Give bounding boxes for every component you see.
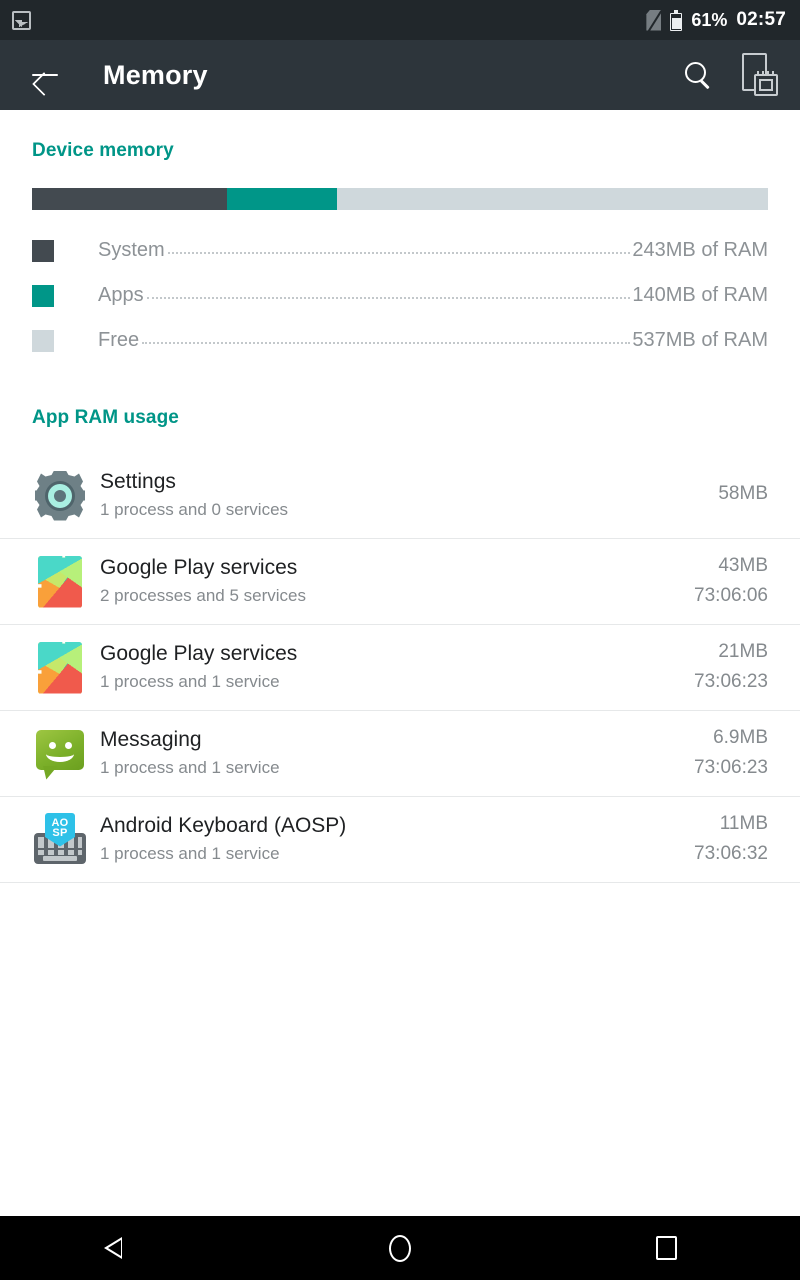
memory-bar-segment-apps xyxy=(227,188,338,210)
legend-label-system: System xyxy=(98,239,165,261)
status-bar-notifications xyxy=(12,10,646,30)
nav-recents-icon[interactable] xyxy=(607,1216,727,1280)
app-ram-row[interactable]: AO SP Android Keyboard (AOSP) 1 process and… xyxy=(0,797,800,883)
app-name: Messaging xyxy=(100,728,202,751)
nav-home-icon[interactable] xyxy=(340,1216,460,1280)
memory-bar-segment-system xyxy=(32,188,228,210)
legend-value-apps: 140MB of RAM xyxy=(632,284,768,306)
content-area: Device memory System 243MB of RAM Apps 1… xyxy=(0,110,800,883)
app-process-summary: 1 process and 1 service xyxy=(100,758,280,778)
app-process-summary: 1 process and 0 services xyxy=(100,500,289,520)
app-memory-size: 11MB xyxy=(719,812,768,834)
google-play-icon xyxy=(32,640,88,696)
app-ram-row[interactable]: Google Play services 2 processes and 5 se… xyxy=(0,539,800,625)
app-name: Android Keyboard (AOSP) xyxy=(100,814,347,837)
app-run-time: 73:06:23 xyxy=(694,670,768,692)
legend-dot-leader xyxy=(146,287,631,299)
status-bar-system: 61% 02:57 xyxy=(646,9,786,31)
device-memory-section: Device memory System 243MB of RAM Apps 1… xyxy=(0,110,800,363)
memory-chip-icon[interactable] xyxy=(740,53,778,97)
nav-back-icon[interactable] xyxy=(73,1216,193,1280)
app-ram-row[interactable]: Settings 1 process and 0 services 58MB xyxy=(0,453,800,539)
clock-label: 02:57 xyxy=(736,9,786,30)
app-name: Google Play services xyxy=(100,556,298,579)
legend-label-apps: Apps xyxy=(98,284,144,306)
legend-value-free: 537MB of RAM xyxy=(632,329,768,351)
memory-bar-segment-free xyxy=(337,188,768,210)
action-bar-actions xyxy=(680,53,778,97)
app-ram-usage-list: Settings 1 process and 0 services 58MB Goog… xyxy=(0,453,800,883)
settings-gear-icon xyxy=(32,468,88,524)
memory-legend: System 243MB of RAM Apps 140MB of RAM Fr… xyxy=(32,228,768,363)
search-icon[interactable] xyxy=(680,58,714,92)
aosp-keyboard-icon: AO SP xyxy=(32,812,88,868)
no-sim-icon xyxy=(646,9,662,31)
memory-usage-bar xyxy=(32,188,768,210)
back-arrow-icon[interactable] xyxy=(26,55,66,95)
app-memory-size: 21MB xyxy=(718,640,768,662)
status-bar: 61% 02:57 xyxy=(0,0,800,40)
screenshot-icon xyxy=(12,10,31,30)
battery-percent-label: 61% xyxy=(691,9,728,30)
app-process-summary: 1 process and 1 service xyxy=(100,844,280,864)
legend-row-apps: Apps 140MB of RAM xyxy=(32,273,768,318)
legend-row-free: Free 537MB of RAM xyxy=(32,318,768,363)
legend-dot-leader xyxy=(167,242,631,254)
page-title: Memory xyxy=(103,59,208,90)
app-ram-usage-section: App RAM usage Settings 1 process and 0 se… xyxy=(0,363,800,883)
app-ram-usage-heading: App RAM usage xyxy=(32,407,179,428)
battery-icon xyxy=(670,9,683,31)
action-bar: Memory xyxy=(0,40,800,110)
google-play-icon xyxy=(32,554,88,610)
device-memory-heading: Device memory xyxy=(32,140,174,161)
legend-swatch-free xyxy=(32,329,54,352)
memory-settings-screen: 61% 02:57 Memory Device memory System 24… xyxy=(0,0,800,1280)
app-memory-size: 43MB xyxy=(718,554,768,576)
app-run-time: 73:06:23 xyxy=(694,756,768,778)
legend-swatch-system xyxy=(32,239,54,262)
app-run-time: 73:06:32 xyxy=(694,842,768,864)
app-process-summary: 1 process and 1 service xyxy=(100,672,280,692)
legend-dot-leader xyxy=(142,332,631,344)
legend-swatch-apps xyxy=(32,284,54,307)
legend-value-system: 243MB of RAM xyxy=(632,239,768,261)
app-ram-row[interactable]: Google Play services 1 process and 1 serv… xyxy=(0,625,800,711)
messaging-icon xyxy=(32,726,88,782)
app-memory-size: 6.9MB xyxy=(713,726,768,748)
legend-label-free: Free xyxy=(98,329,140,351)
app-ram-row[interactable]: Messaging 1 process and 1 service 6.9MB 73:… xyxy=(0,711,800,797)
app-process-summary: 2 processes and 5 services xyxy=(100,586,306,606)
app-name: Settings xyxy=(100,470,176,493)
app-name: Google Play services xyxy=(100,642,298,665)
navigation-bar xyxy=(0,1216,800,1280)
legend-row-system: System 243MB of RAM xyxy=(32,228,768,273)
app-run-time: 73:06:06 xyxy=(694,584,768,606)
app-memory-size: 58MB xyxy=(718,483,768,505)
